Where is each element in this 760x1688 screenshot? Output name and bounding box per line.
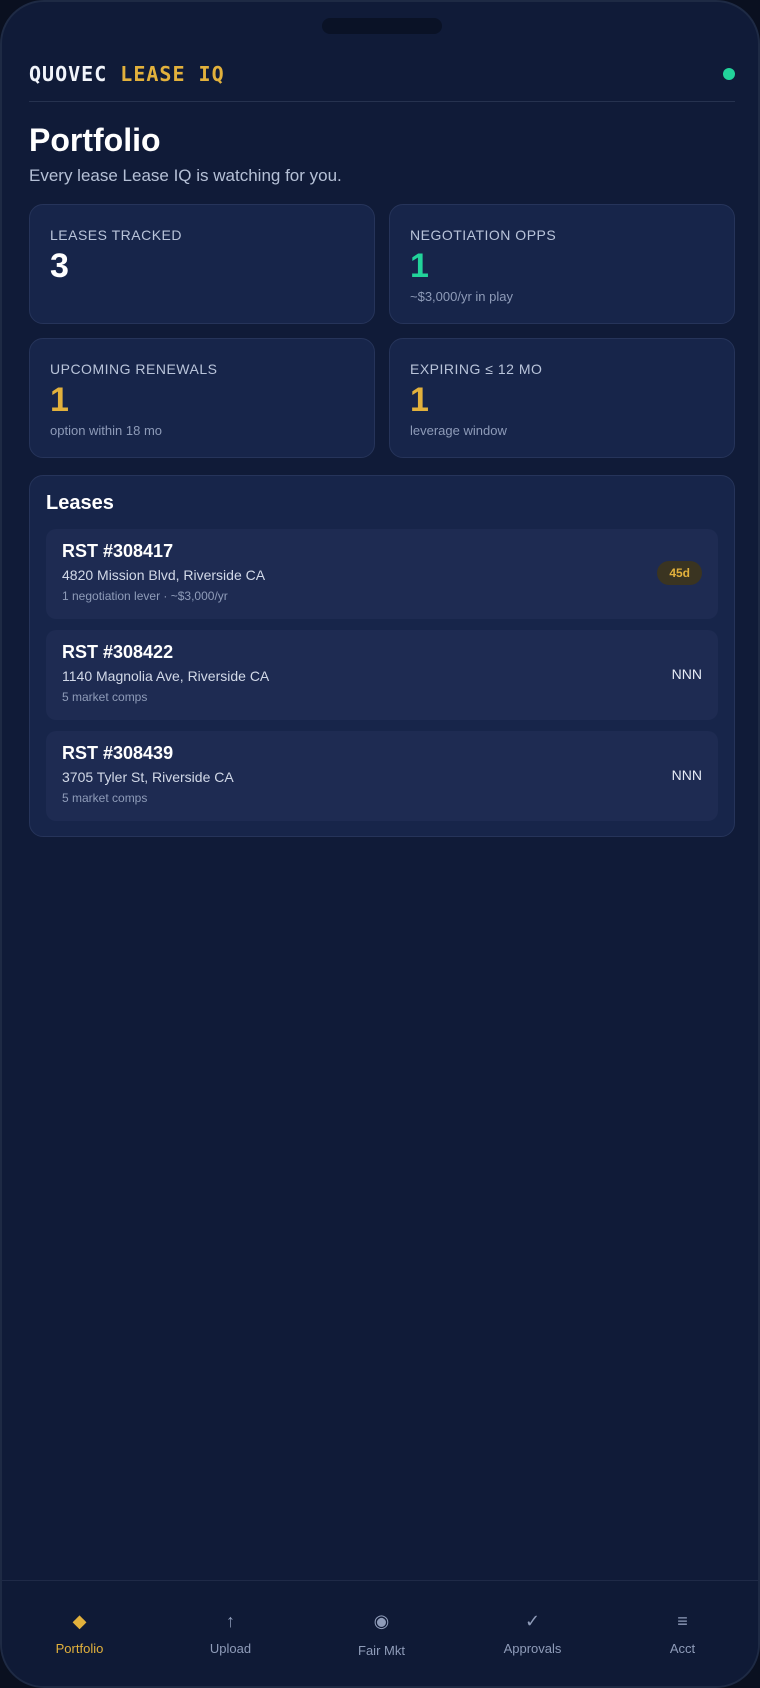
stat-card-expiring[interactable]: EXPIRING ≤ 12 MO 1 leverage window	[389, 338, 735, 458]
menu-icon: ≡	[677, 1611, 688, 1631]
nav-label: Acct	[669, 1641, 696, 1656]
lease-row[interactable]: RST #308417 4820 Mission Blvd, Riverside…	[46, 529, 718, 619]
stat-note: option within 18 mo	[50, 423, 163, 438]
nav-label: Approvals	[503, 1641, 562, 1656]
stat-value: 1	[50, 381, 69, 419]
stat-label: EXPIRING ≤ 12 MO	[410, 361, 543, 377]
nav-label: Fair Mkt	[358, 1643, 405, 1658]
nav-item-approvals[interactable]: ✓ Approvals	[457, 1581, 608, 1686]
lease-note: 5 market comps	[62, 690, 148, 704]
diamond-icon: ◆	[72, 1611, 87, 1631]
bottom-nav: ◆ Portfolio ↑ Upload ◉ Fair Mkt ✓ Approv…	[2, 1580, 758, 1686]
stat-value: 1	[410, 381, 429, 419]
page-subtitle: Every lease Lease IQ is watching for you…	[29, 166, 342, 185]
leases-panel: Leases RST #308417 4820 Mission Blvd, Ri…	[29, 475, 735, 837]
lease-note: 5 market comps	[62, 791, 148, 805]
stat-card-negotiation-opps[interactable]: NEGOTIATION OPPS 1 ~$3,000/yr in play	[389, 204, 735, 324]
lease-id: RST #308417	[62, 541, 174, 561]
phone-frame: QUOVEC LEASE IQ Portfolio Every lease Le…	[0, 0, 760, 1688]
page-title: Portfolio	[29, 122, 161, 158]
nav-label: Upload	[209, 1641, 252, 1656]
upload-arrow-icon: ↑	[226, 1611, 235, 1631]
nav-item-upload[interactable]: ↑ Upload	[155, 1581, 306, 1686]
brand-accent: LEASE IQ	[120, 62, 225, 86]
stat-card-upcoming-renewals[interactable]: UPCOMING RENEWALS 1 option within 18 mo	[29, 338, 375, 458]
stat-card-leases-tracked[interactable]: LEASES TRACKED 3	[29, 204, 375, 324]
stat-label: UPCOMING RENEWALS	[50, 361, 218, 377]
lease-id: RST #308422	[62, 642, 174, 662]
app-header: QUOVEC LEASE IQ	[29, 58, 735, 102]
stat-note: leverage window	[410, 423, 507, 438]
lease-row[interactable]: RST #308439 3705 Tyler St, Riverside CA …	[46, 731, 718, 821]
nav-item-fair-mkt[interactable]: ◉ Fair Mkt	[306, 1581, 457, 1686]
lease-type-tag: NNN	[671, 767, 702, 783]
stat-label: LEASES TRACKED	[50, 227, 183, 243]
leases-title: Leases	[46, 492, 114, 514]
status-indicator	[723, 68, 735, 80]
days-remaining-badge: 45d	[657, 561, 702, 585]
lease-row[interactable]: RST #308422 1140 Magnolia Ave, Riverside…	[46, 630, 718, 720]
lease-address: 4820 Mission Blvd, Riverside CA	[62, 567, 266, 583]
brand-logo[interactable]: QUOVEC LEASE IQ	[29, 62, 225, 86]
lease-note: 1 negotiation lever · ~$3,000/yr	[62, 589, 228, 603]
stat-label: NEGOTIATION OPPS	[410, 227, 557, 243]
stat-note: ~$3,000/yr in play	[410, 289, 513, 304]
lease-type-tag: NNN	[671, 666, 702, 682]
lease-address: 3705 Tyler St, Riverside CA	[62, 769, 234, 785]
notch	[322, 18, 442, 34]
nav-label: Portfolio	[55, 1641, 104, 1656]
stat-value: 3	[50, 247, 69, 285]
brand-main: QUOVEC	[29, 62, 108, 86]
nav-item-portfolio[interactable]: ◆ Portfolio	[4, 1581, 155, 1686]
stat-value: 1	[410, 247, 429, 285]
target-icon: ◉	[373, 1611, 390, 1631]
check-icon: ✓	[524, 1611, 541, 1631]
nav-item-acct[interactable]: ≡ Acct	[607, 1581, 758, 1686]
lease-id: RST #308439	[62, 743, 174, 763]
lease-address: 1140 Magnolia Ave, Riverside CA	[62, 668, 270, 684]
